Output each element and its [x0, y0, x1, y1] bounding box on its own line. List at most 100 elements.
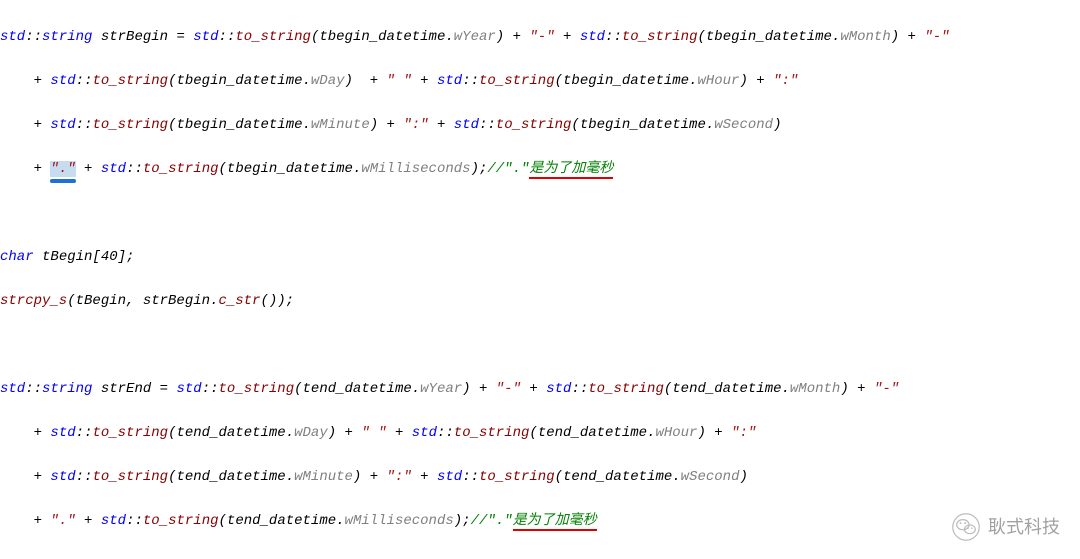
blank-line[interactable]: [0, 554, 1080, 559]
code-line[interactable]: + "." + std::to_string(tend_datetime.wMi…: [0, 510, 1080, 532]
function-call: to_string: [235, 29, 311, 45]
code-line[interactable]: std::string strEnd = std::to_string(tend…: [0, 378, 1080, 400]
comment-squiggle: 是为了加毫秒: [513, 513, 597, 531]
namespace: std: [193, 29, 218, 45]
namespace: std: [101, 513, 126, 529]
string-literal: ":": [403, 117, 428, 133]
code-text: +: [76, 161, 101, 177]
type: string: [42, 381, 92, 397]
function-call: to_string: [92, 469, 168, 485]
code-text: (tend_datetime.: [555, 469, 681, 485]
code-line[interactable]: + std::to_string(tend_datetime.wDay) + "…: [0, 422, 1080, 444]
code-text: (tend_datetime.: [168, 425, 294, 441]
namespace: std: [0, 381, 25, 397]
function-call: strcpy_s: [0, 293, 67, 309]
code-text: (tend_datetime.: [168, 469, 294, 485]
string-literal: "-": [924, 29, 949, 45]
code-text: (tbegin_datetime.: [168, 117, 311, 133]
function-call: to_string: [454, 425, 530, 441]
code-line[interactable]: strcpy_s(tBegin, strBegin.c_str());: [0, 290, 1080, 312]
code-text: +: [412, 73, 437, 89]
namespace: std: [454, 117, 479, 133]
code-text: ) +: [496, 29, 530, 45]
code-line[interactable]: char tBegin[40];: [0, 246, 1080, 268]
code-text: ) +: [697, 425, 731, 441]
code-text: ) +: [370, 117, 404, 133]
highlighted-annotation: ".": [50, 161, 75, 177]
code-text: (tend_datetime.: [529, 425, 655, 441]
code-text: +: [555, 29, 580, 45]
namespace: std: [50, 73, 75, 89]
watermark-label: 耿式科技: [988, 516, 1060, 538]
code-text: ) +: [328, 425, 362, 441]
keyword: char: [0, 249, 34, 265]
code-line[interactable]: std::string strBegin = std::to_string(tb…: [0, 26, 1080, 48]
member: wSecond: [714, 117, 773, 133]
code-text: +: [521, 381, 546, 397]
code-text: ) +: [891, 29, 925, 45]
function-call: to_string: [622, 29, 698, 45]
code-text: ) +: [739, 73, 773, 89]
code-text: ) +: [462, 381, 496, 397]
member: wMilliseconds: [361, 161, 470, 177]
function-call: c_str: [218, 293, 260, 309]
code-text: +: [0, 425, 50, 441]
string-literal: ".": [50, 513, 75, 529]
member: wYear: [454, 29, 496, 45]
wechat-icon: [952, 513, 980, 541]
code-text: (tend_datetime.: [219, 513, 345, 529]
blank-line[interactable]: [0, 334, 1080, 356]
code-text: +: [76, 513, 101, 529]
member: wDay: [311, 73, 345, 89]
member: wDay: [294, 425, 328, 441]
code-line[interactable]: + "." + std::to_string(tbegin_datetime.w…: [0, 158, 1080, 180]
string-literal: ":": [387, 469, 412, 485]
namespace: std: [0, 29, 25, 45]
member: wMonth: [840, 29, 890, 45]
code-text: (tbegin_datetime.: [168, 73, 311, 89]
code-text: ) +: [353, 469, 387, 485]
function-call: to_string: [92, 117, 168, 133]
function-call: to_string: [143, 161, 219, 177]
string-literal: " ": [361, 425, 386, 441]
code-text: +: [0, 513, 50, 529]
code-line[interactable]: + std::to_string(tbegin_datetime.wMinute…: [0, 114, 1080, 136]
namespace: std: [580, 29, 605, 45]
string-literal: "-": [496, 381, 521, 397]
code-text: +: [412, 469, 437, 485]
code-text: ());: [260, 293, 294, 309]
function-call: to_string: [479, 469, 555, 485]
namespace: std: [412, 425, 437, 441]
member: wHour: [697, 73, 739, 89]
namespace: std: [437, 469, 462, 485]
code-text: +: [0, 469, 50, 485]
code-text: (tbegin_datetime.: [571, 117, 714, 133]
string-literal: ":": [773, 73, 798, 89]
namespace: std: [50, 117, 75, 133]
member: wMonth: [790, 381, 840, 397]
comment-squiggle: 是为了加毫秒: [529, 161, 613, 179]
code-text: +: [387, 425, 412, 441]
namespace: std: [546, 381, 571, 397]
code-text: +: [0, 161, 50, 177]
code-text: ) +: [840, 381, 874, 397]
type: string: [42, 29, 92, 45]
namespace: std: [101, 161, 126, 177]
code-text: ): [739, 469, 747, 485]
code-text: (tbegin_datetime.: [219, 161, 362, 177]
code-line[interactable]: + std::to_string(tend_datetime.wMinute) …: [0, 466, 1080, 488]
string-literal: "-": [529, 29, 554, 45]
comment: //".": [487, 161, 529, 177]
code-text: );: [471, 161, 488, 177]
namespace: std: [437, 73, 462, 89]
code-line[interactable]: + std::to_string(tbegin_datetime.wDay) +…: [0, 70, 1080, 92]
code-editor-viewport[interactable]: std::string strBegin = std::to_string(tb…: [0, 0, 1080, 559]
blank-line[interactable]: [0, 202, 1080, 224]
watermark-overlay: 耿式科技: [952, 513, 1060, 541]
code-text: (tbegin_datetime.: [697, 29, 840, 45]
member: wSecond: [681, 469, 740, 485]
function-call: to_string: [143, 513, 219, 529]
function-call: to_string: [219, 381, 295, 397]
member: wYear: [420, 381, 462, 397]
code-text: tBegin[40];: [34, 249, 135, 265]
